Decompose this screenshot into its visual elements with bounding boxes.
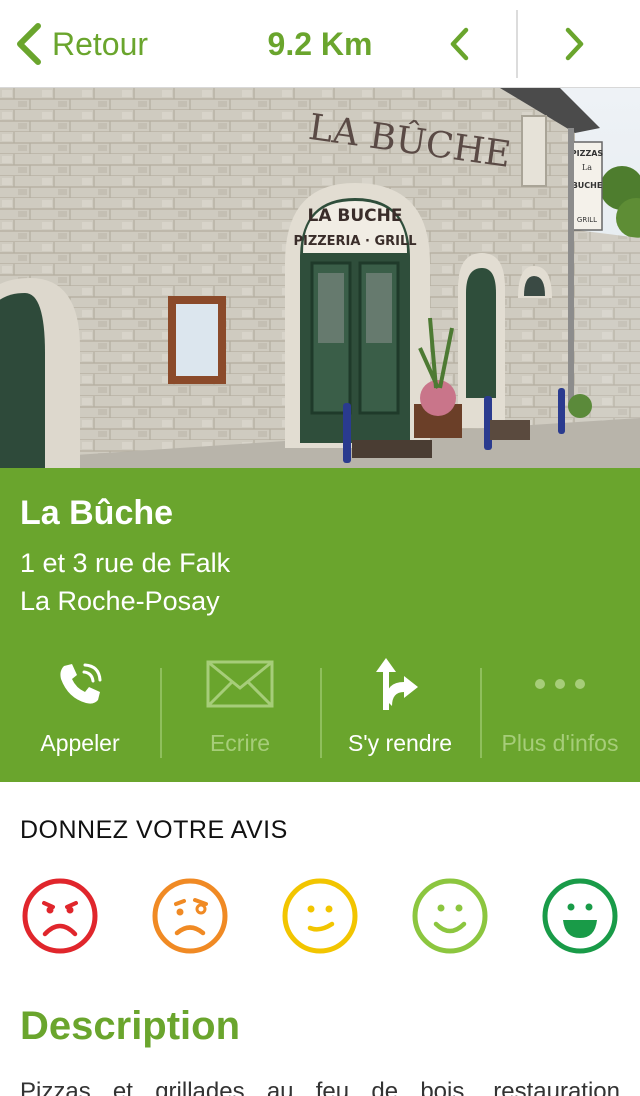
distance-label: 9.2 Km xyxy=(267,26,373,62)
place-info-panel: La Bûche 1 et 3 rue de Falk La Roche-Pos… xyxy=(0,468,640,782)
chevron-left-icon xyxy=(17,23,41,65)
back-button[interactable]: Retour xyxy=(14,20,148,68)
arch-sign-line2: PIZZERIA · GRILL xyxy=(293,234,416,249)
write-label: Ecrire xyxy=(209,730,271,756)
description-text: Pizzas et grillades au feu de bois, rest… xyxy=(20,1078,620,1096)
back-label: Retour xyxy=(52,25,149,62)
review-title: DONNEZ VOTRE AVIS xyxy=(20,816,288,844)
place-name: La Bûche xyxy=(20,494,174,532)
more-info-label: Plus d'infos xyxy=(501,730,619,756)
happy-face-icon xyxy=(412,878,488,954)
directions-button[interactable]: S'y rendre xyxy=(320,654,480,766)
more-info-button[interactable]: Plus d'infos xyxy=(480,654,640,766)
rating-bad-button[interactable] xyxy=(150,876,230,956)
call-label: Appeler xyxy=(40,730,120,756)
address-line-1: 1 et 3 rue de Falk xyxy=(20,548,231,578)
phone-icon xyxy=(60,663,102,704)
next-place-button[interactable] xyxy=(554,24,594,64)
rating-very-good-button[interactable] xyxy=(540,876,620,956)
side-sign-text-4: GRILL xyxy=(577,216,597,224)
arch-sign-line1: LA BUCHE xyxy=(308,206,403,226)
previous-place-button[interactable] xyxy=(440,24,480,64)
side-sign-text-2: La xyxy=(582,163,592,172)
side-sign-text-1: PIZZAS xyxy=(571,149,604,158)
top-bar: Retour 9.2 Km xyxy=(0,0,640,88)
rating-good-button[interactable] xyxy=(410,876,490,956)
side-sign-text-3: BUCHE xyxy=(572,181,603,190)
very-happy-face-icon xyxy=(542,878,618,954)
description-title: Description xyxy=(20,1004,241,1048)
very-sad-face-icon xyxy=(22,878,98,954)
rating-very-bad-button[interactable] xyxy=(20,876,100,956)
write-button[interactable]: Ecrire xyxy=(160,654,320,766)
rating-options xyxy=(0,876,640,956)
divider xyxy=(516,10,518,78)
chevron-left-icon xyxy=(450,27,469,61)
neutral-face-icon xyxy=(282,878,358,954)
directions-icon xyxy=(376,658,418,710)
action-bar: Appeler Ecrire S'y rendre Plus d'infos xyxy=(0,654,640,766)
rating-neutral-button[interactable] xyxy=(280,876,360,956)
envelope-icon xyxy=(206,660,274,708)
place-photo: LA BÛCHE LA BUCHE PIZZERIA · GRILL PIZZA… xyxy=(0,88,640,468)
address-line-2: La Roche-Posay xyxy=(20,586,220,616)
chevron-right-icon xyxy=(565,27,584,61)
call-button[interactable]: Appeler xyxy=(0,654,160,766)
restaurant-facade-image: LA BÛCHE LA BUCHE PIZZERIA · GRILL PIZZA… xyxy=(0,88,640,468)
more-dots-icon xyxy=(535,679,585,689)
directions-label: S'y rendre xyxy=(347,730,453,756)
sad-face-icon xyxy=(152,878,228,954)
